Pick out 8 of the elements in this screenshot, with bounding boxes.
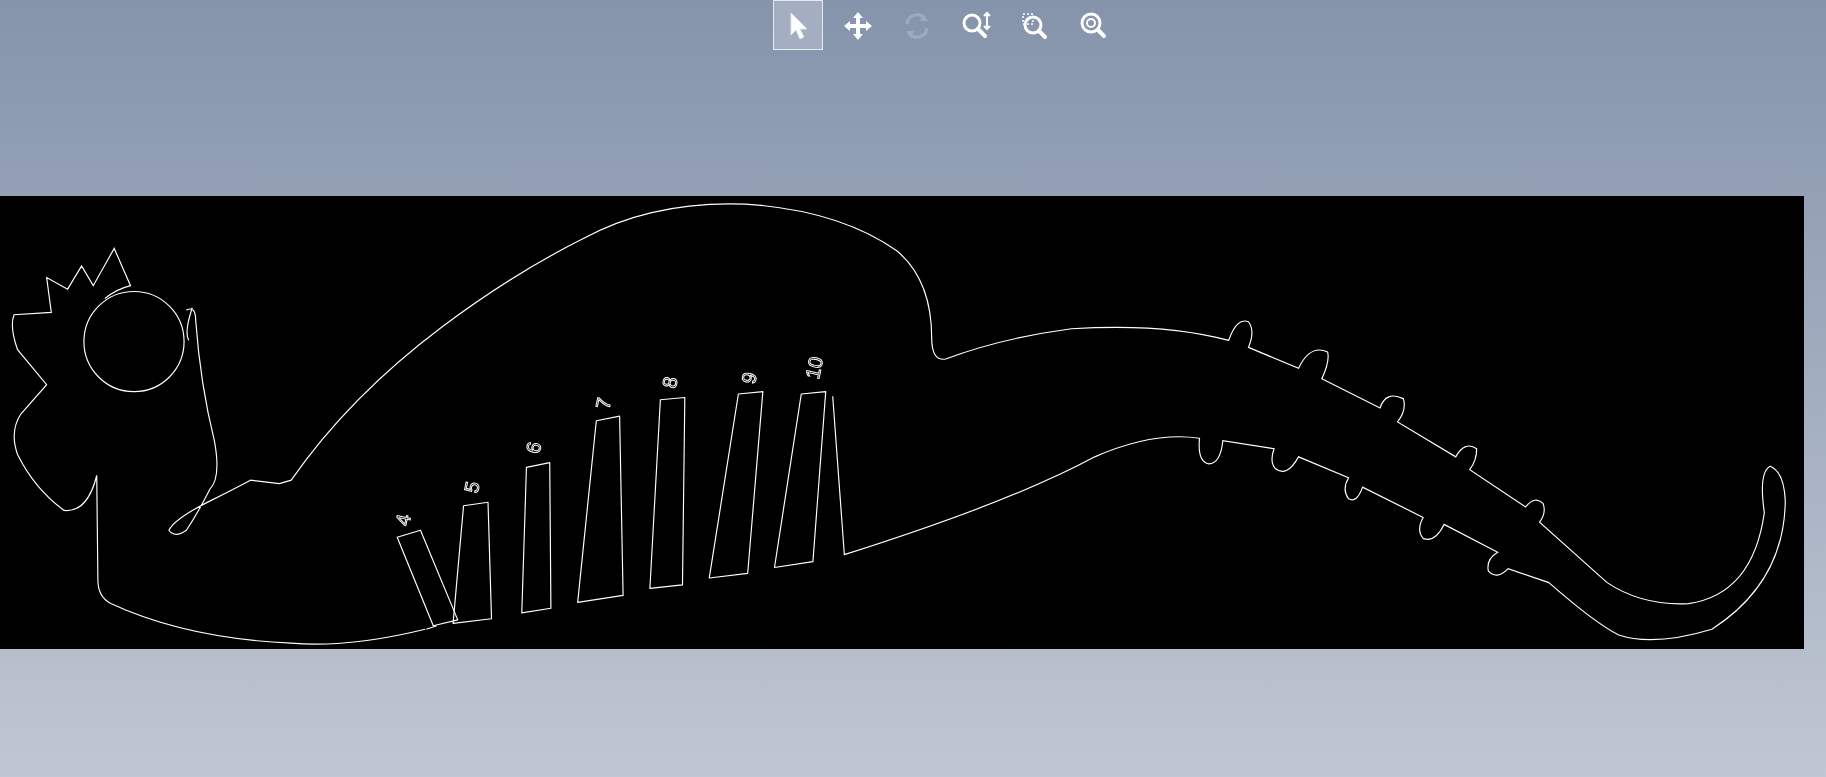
slot-number-label: 7 bbox=[591, 395, 616, 412]
select-tool-button[interactable] bbox=[772, 0, 823, 50]
slot-number-label: 4 bbox=[391, 512, 416, 528]
slot-number-label: 8 bbox=[657, 374, 682, 391]
slot-number-label: 10 bbox=[801, 354, 828, 381]
slot-number-label: 9 bbox=[737, 370, 761, 386]
slot-number-label: 5 bbox=[459, 479, 484, 495]
slot-number-label: 6 bbox=[521, 440, 546, 456]
